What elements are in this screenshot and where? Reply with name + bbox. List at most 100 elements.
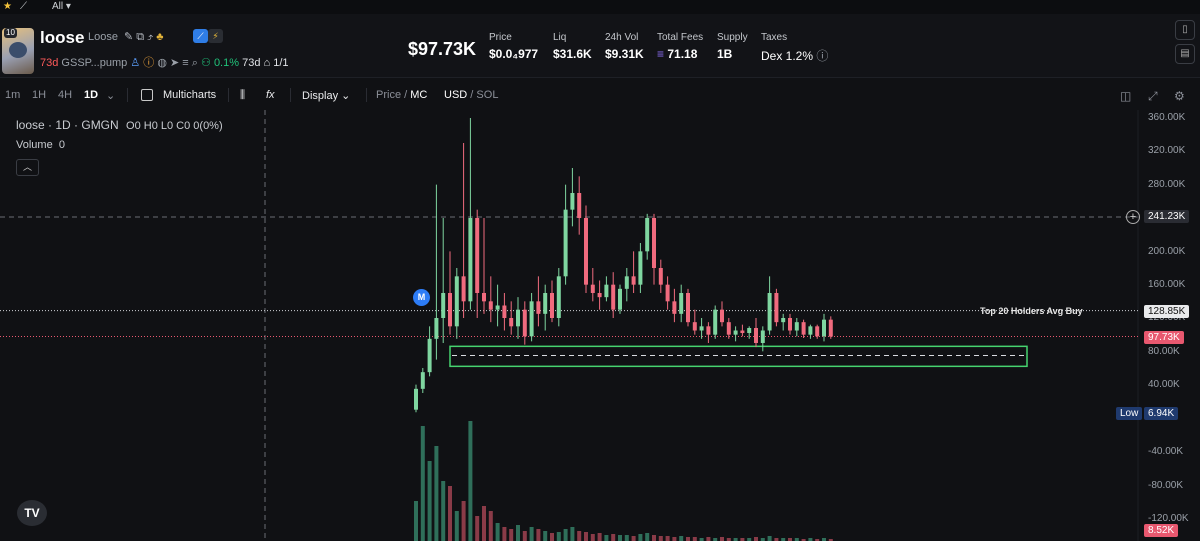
candle-body <box>495 305 500 310</box>
volume-legend: Volume 0 <box>16 139 65 151</box>
lightning-icon[interactable]: ⚡ <box>208 29 223 43</box>
indicators-icon[interactable]: fx <box>266 89 275 101</box>
candle-body <box>733 330 738 335</box>
candle-body <box>502 305 507 318</box>
volume-bar <box>556 532 561 541</box>
globe-icon[interactable]: ◍ <box>157 57 167 69</box>
volume-bar <box>597 533 602 541</box>
top-filter-bar: ★ ⟋ All ▾ <box>0 0 1200 14</box>
share-icon[interactable]: ⤴ <box>147 31 156 43</box>
currency-toggle[interactable]: USD / SOL <box>444 89 498 101</box>
layout-icon[interactable]: ▤ <box>1175 44 1195 64</box>
volume-price-tag: 8.52K <box>1144 524 1179 537</box>
search-icon[interactable]: ⌕ <box>192 57 198 69</box>
filter-all-dropdown[interactable]: All ▾ <box>52 0 71 13</box>
tf-dropdown-icon[interactable]: ⌄ <box>106 89 115 102</box>
solana-icon: ≡ <box>657 47 665 61</box>
token-header: 10 loose Loose ✎⧉⤴♣ ⟋ ⚡ 73d GSSP...pump … <box>0 14 1200 78</box>
candle-body <box>740 330 745 333</box>
tf-1d[interactable]: 1D <box>84 89 98 101</box>
copy-icon[interactable]: ⧉ <box>136 31 147 43</box>
volume-bar <box>550 533 554 541</box>
low-label-tag: Low <box>1116 407 1143 420</box>
crosshair-price-tag: 241.23K <box>1144 210 1190 223</box>
stat-price: Price $0.0₄977 <box>489 32 538 61</box>
volume-bar <box>658 536 663 541</box>
fullscreen-icon[interactable]: ⤢ <box>1148 89 1158 104</box>
tf-4h[interactable]: 4H <box>58 89 72 101</box>
candle-body <box>713 309 718 335</box>
avatar-face <box>9 42 27 58</box>
migration-marker[interactable]: M <box>413 289 430 306</box>
stat-fees: Total Fees ≡ 71.18 <box>657 32 703 61</box>
volume-label: Volume <box>16 139 53 151</box>
y-tick-label: 200.00K <box>1148 246 1186 257</box>
candle-body <box>556 276 561 318</box>
volume-bar <box>590 534 595 541</box>
chart-icon[interactable]: ⟋ <box>20 1 27 13</box>
candle-body <box>767 293 772 331</box>
add-alert-icon[interactable]: + <box>1126 210 1140 224</box>
filter-all-label: All <box>52 1 64 12</box>
tf-1m[interactable]: 1m <box>5 89 20 101</box>
verified-icon[interactable]: ⟋ <box>193 29 208 43</box>
help-icon[interactable]: ⓘ <box>816 49 828 63</box>
settings-icon[interactable]: ⚙ <box>1174 89 1185 103</box>
list-icon[interactable]: ≡ <box>182 57 188 69</box>
tradingview-logo[interactable]: TV <box>17 500 47 526</box>
candle-body <box>781 318 786 323</box>
market-cap: $97.73K <box>408 39 477 59</box>
volume-bar <box>448 486 452 541</box>
multicharts-checkbox[interactable] <box>141 89 153 101</box>
stat-liq-value: $31.6K <box>553 47 592 61</box>
tf-1h[interactable]: 1H <box>32 89 46 101</box>
candle-body <box>590 284 595 293</box>
stat-liq-label: Liq <box>553 32 567 43</box>
candle-body <box>720 309 724 323</box>
display-dropdown[interactable]: Display ⌄ <box>302 89 350 102</box>
volume-bar <box>522 531 527 541</box>
stat-price-label: Price <box>489 32 512 43</box>
y-tick-label: 40.00K <box>1148 379 1180 390</box>
camera-icon[interactable]: ◫ <box>1120 89 1131 103</box>
candle-body <box>774 293 779 323</box>
candle-type-icon[interactable]: ⫼ <box>240 89 245 102</box>
stat-volume: 24h Vol $9.31K <box>605 32 644 61</box>
panel-toggle-icon[interactable]: ▯ <box>1175 20 1195 40</box>
chart-legend: loose · 1D · GMGN O0 H0 L0 C0 0(0%) <box>16 118 223 132</box>
side-buttons: ▯ ▤ <box>1175 20 1197 68</box>
candle-body <box>441 293 446 318</box>
community-icon[interactable]: ♣ <box>156 31 166 43</box>
avg-buy-price-tag: 128.85K <box>1144 305 1190 318</box>
price-chart[interactable] <box>0 110 1200 541</box>
multicharts-label[interactable]: Multicharts <box>163 89 216 101</box>
candle-body <box>679 293 684 314</box>
volume-bar <box>563 529 568 541</box>
token-address[interactable]: GSSP...pump <box>61 57 127 69</box>
volume-bar <box>604 535 609 541</box>
chart-toolbar: 1m 1H 4H 1D ⌄ Multicharts ⫼ fx Display ⌄… <box>0 84 1200 106</box>
y-tick-label: 80.00K <box>1148 346 1180 357</box>
star-icon[interactable]: ★ <box>3 1 12 13</box>
warning-icon[interactable]: ⓘ <box>143 57 154 69</box>
user-icon[interactable]: ♙ <box>130 57 140 69</box>
y-tick-label: -120.00K <box>1148 513 1189 524</box>
candle-body <box>828 319 833 337</box>
volume-bar <box>584 532 588 541</box>
candle-body <box>475 218 480 293</box>
telegram-icon[interactable]: ➤ <box>170 57 179 69</box>
token-avatar[interactable]: 10 <box>2 28 34 74</box>
candle-body <box>550 293 554 318</box>
volume-bar <box>529 527 534 541</box>
y-tick-label: 160.00K <box>1148 279 1186 290</box>
volume-bar <box>441 481 446 541</box>
candle-body <box>618 288 622 310</box>
edit-icon[interactable]: ✎ <box>124 31 136 43</box>
token-ticker: Loose <box>88 31 118 43</box>
candle-body <box>529 301 534 337</box>
volume-bar <box>686 537 690 541</box>
header-action-icons: ✎⧉⤴♣ <box>124 30 166 44</box>
stat-supply-label: Supply <box>717 32 748 43</box>
price-mc-toggle[interactable]: Price / MC <box>376 89 427 101</box>
collapse-legend-button[interactable]: ︿ <box>16 159 39 176</box>
